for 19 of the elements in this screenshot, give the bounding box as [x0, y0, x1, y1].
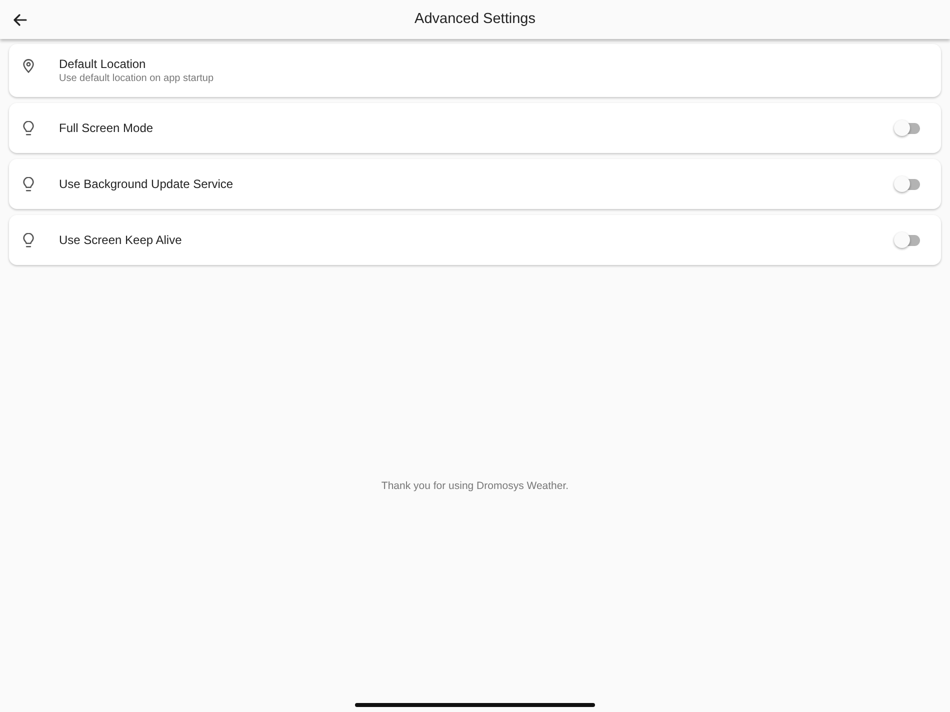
footer-text: Thank you for using Dromosys Weather.: [381, 479, 569, 494]
toggle-switch[interactable]: [894, 176, 921, 192]
settings-card[interactable]: Use Screen Keep Alive: [9, 215, 941, 265]
app-bar-title: Advanced Settings: [414, 10, 536, 29]
settings-card[interactable]: Default Location Use default location on app startup: [9, 44, 941, 97]
settings-card[interactable]: Full Screen Mode: [9, 103, 941, 153]
toggle-switch[interactable]: [894, 120, 921, 136]
setting-label: Use Background Update Service: [59, 176, 234, 192]
toggle-switch[interactable]: [894, 232, 921, 248]
setting-label: Use Screen Keep Alive: [59, 232, 182, 248]
lightbulb-icon: [23, 232, 34, 248]
settings-card[interactable]: Use Background Update Service: [9, 159, 941, 209]
setting-label: Default Location: [59, 56, 146, 72]
setting-label: Full Screen Mode: [59, 120, 154, 136]
lightbulb-icon: [23, 120, 34, 136]
location-pin-icon: [23, 59, 34, 73]
lightbulb-icon: [23, 176, 34, 192]
back-arrow-icon[interactable]: [13, 14, 27, 26]
setting-subtitle: Use default location on app startup: [59, 72, 214, 86]
